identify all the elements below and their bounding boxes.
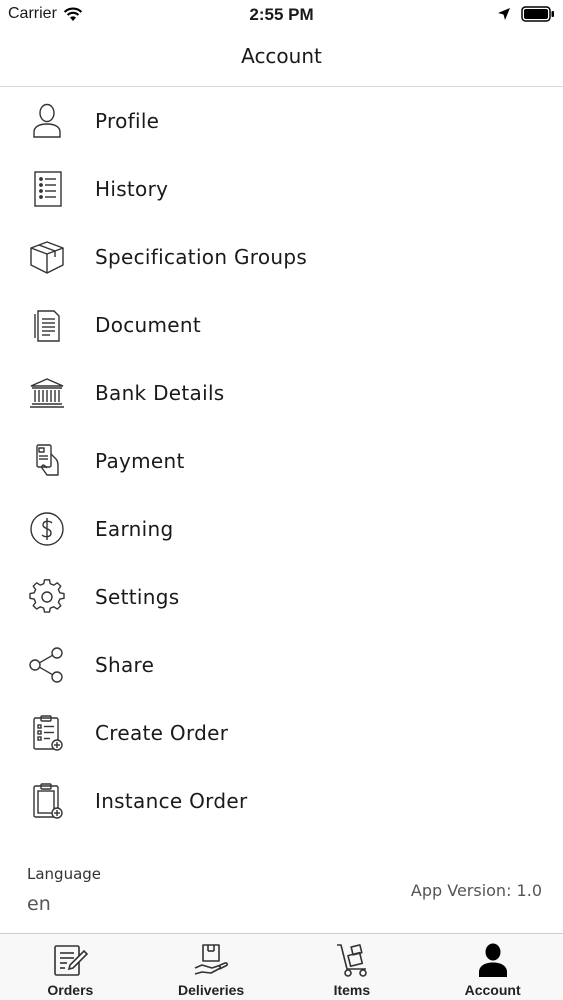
orders-icon [54, 945, 89, 976]
clipboard-add-icon [0, 699, 95, 767]
menu-item-label: Share [95, 653, 155, 677]
navigation-bar: Account [0, 30, 563, 87]
tab-label: Items [333, 982, 371, 998]
menu-item-label: Instance Order [95, 789, 248, 813]
language-value[interactable]: en [27, 893, 51, 915]
tab-label: Account [464, 982, 521, 998]
battery-icon [521, 6, 554, 22]
page-title: Account [241, 44, 322, 68]
menu-item-create-order[interactable]: Create Order [0, 699, 563, 767]
menu-item-share[interactable]: Share [0, 631, 563, 699]
menu-item-document[interactable]: Document [0, 291, 563, 359]
app-version: App Version: 1.0 [410, 881, 542, 900]
menu-item-label: Create Order [95, 721, 229, 745]
account-icon [478, 943, 507, 977]
menu-item-label: History [95, 177, 169, 201]
gear-icon [0, 563, 95, 631]
menu-item-label: Profile [95, 109, 160, 133]
box-icon [0, 223, 95, 291]
bank-icon [0, 359, 95, 427]
tab-bar: Orders Deliveries Items Account [0, 933, 563, 1000]
clipboard-plus-icon [0, 767, 95, 835]
menu-item-label: Settings [95, 585, 180, 609]
user-icon [0, 87, 95, 155]
menu-item-history[interactable]: History [0, 155, 563, 223]
menu-item-profile[interactable]: Profile [0, 87, 563, 155]
menu-item-label: Bank Details [95, 381, 225, 405]
tab-label: Orders [47, 982, 94, 998]
card-hand-icon [0, 427, 95, 495]
menu-item-bank-details[interactable]: Bank Details [0, 359, 563, 427]
menu-item-settings[interactable]: Settings [0, 563, 563, 631]
delivery-box-icon [194, 944, 229, 975]
tab-items[interactable]: Items [282, 934, 423, 1000]
tab-account[interactable]: Account [422, 934, 563, 1000]
menu-item-payment[interactable]: Payment [0, 427, 563, 495]
account-menu: Profile History Specification Groups Doc… [0, 87, 563, 835]
dollar-circle-icon [0, 495, 95, 563]
menu-item-label: Payment [95, 449, 185, 473]
tab-orders[interactable]: Orders [0, 934, 141, 1000]
tab-deliveries[interactable]: Deliveries [141, 934, 282, 1000]
menu-item-instance-order[interactable]: Instance Order [0, 767, 563, 835]
menu-item-label: Document [95, 313, 202, 337]
list-icon [0, 155, 95, 223]
status-bar: Carrier 2:55 PM [0, 0, 563, 30]
location-arrow-icon [498, 8, 510, 20]
language-label: Language [27, 865, 102, 883]
share-icon [0, 631, 95, 699]
tab-label: Deliveries [178, 982, 245, 998]
menu-item-earning[interactable]: Earning [0, 495, 563, 563]
menu-item-specification-groups[interactable]: Specification Groups [0, 223, 563, 291]
menu-item-label: Specification Groups [95, 245, 308, 269]
status-time: 2:55 PM [249, 5, 314, 24]
menu-item-label: Earning [95, 517, 174, 541]
document-icon [0, 291, 95, 359]
hand-truck-icon [336, 944, 367, 977]
